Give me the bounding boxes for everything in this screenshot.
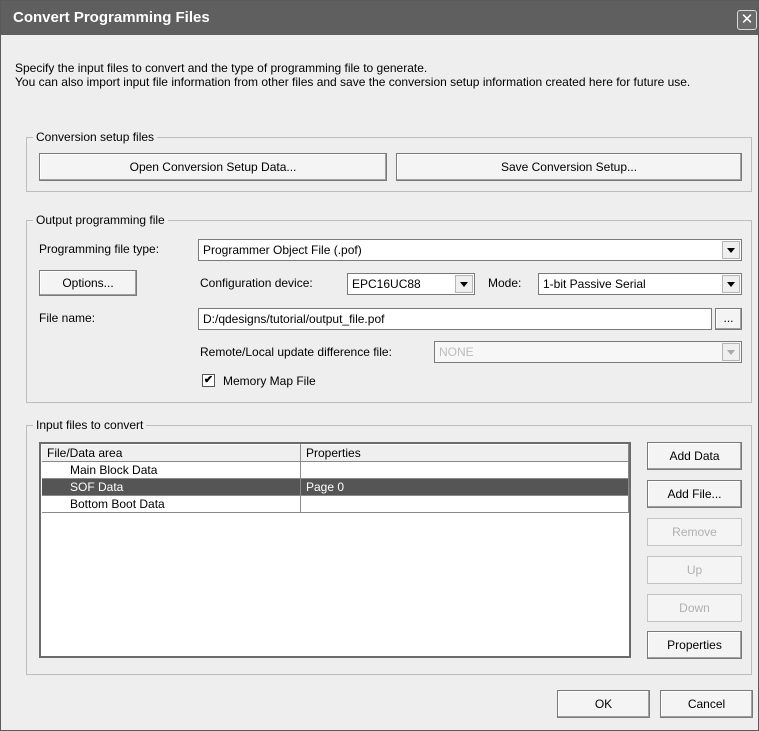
input-files-table: File/Data area Properties Main Block Dat… [42, 444, 629, 513]
config-device-label: Configuration device: [200, 276, 313, 290]
mode-label: Mode: [488, 276, 522, 290]
table-row-selected[interactable]: SOF Data Page 0 [42, 478, 629, 496]
file-name-input[interactable]: D:/qdesigns/tutorial/output_file.pof [198, 308, 712, 330]
file-name-label: File name: [39, 311, 96, 325]
dialog-description: Specify the input files to convert and t… [15, 61, 691, 89]
save-conversion-setup-button[interactable]: Save Conversion Setup... [396, 153, 742, 181]
down-button[interactable]: Down [647, 594, 742, 622]
chevron-down-icon[interactable] [722, 241, 740, 259]
mode-select[interactable]: 1-bit Passive Serial [538, 273, 742, 295]
table-row[interactable]: Bottom Boot Data [42, 495, 629, 513]
up-button[interactable]: Up [647, 556, 742, 584]
cancel-button[interactable]: Cancel [660, 690, 753, 718]
input-files-legend: Input files to convert [33, 418, 147, 432]
memory-map-label: Memory Map File [223, 374, 316, 388]
config-device-select[interactable]: EPC16UC88 [347, 273, 475, 295]
convert-programming-files-dialog: Convert Programming Files ✕ Specify the … [0, 0, 759, 731]
chevron-down-icon[interactable] [722, 343, 740, 361]
row-props-cell: Page 0 [300, 478, 629, 496]
options-button[interactable]: Options... [39, 270, 137, 296]
mode-value: 1-bit Passive Serial [543, 277, 646, 291]
title-bar[interactable]: Convert Programming Files ✕ [1, 1, 758, 35]
column-header-file[interactable]: File/Data area [42, 444, 301, 462]
remove-button[interactable]: Remove [647, 518, 742, 546]
column-header-properties[interactable]: Properties [300, 444, 629, 462]
add-file-button[interactable]: Add File... [647, 480, 742, 508]
row-props-cell [300, 495, 629, 513]
chevron-down-icon[interactable] [455, 275, 473, 293]
open-conversion-setup-button[interactable]: Open Conversion Setup Data... [39, 153, 387, 181]
remote-diff-label: Remote/Local update difference file: [200, 345, 392, 359]
file-type-label: Programming file type: [39, 242, 160, 256]
ok-button[interactable]: OK [557, 690, 650, 718]
close-icon[interactable]: ✕ [737, 10, 757, 30]
browse-button[interactable]: ... [715, 308, 742, 330]
row-file-cell: Bottom Boot Data [42, 495, 301, 513]
file-type-value: Programmer Object File (.pof) [203, 243, 362, 257]
table-row[interactable]: Main Block Data [42, 461, 629, 479]
remote-diff-value: NONE [439, 345, 474, 359]
row-props-cell [300, 461, 629, 479]
output-programming-legend: Output programming file [33, 213, 168, 227]
memory-map-checkbox[interactable]: ✔ [202, 374, 215, 387]
config-device-value: EPC16UC88 [352, 277, 421, 291]
conversion-setup-legend: Conversion setup files [33, 130, 158, 144]
chevron-down-icon[interactable] [722, 275, 740, 293]
file-type-select[interactable]: Programmer Object File (.pof) [198, 239, 742, 261]
row-file-cell: Main Block Data [42, 461, 301, 479]
row-file-cell: SOF Data [42, 478, 301, 496]
properties-button[interactable]: Properties [647, 631, 742, 659]
remote-diff-select[interactable]: NONE [434, 341, 742, 363]
add-data-button[interactable]: Add Data [647, 442, 742, 470]
dialog-title: Convert Programming Files [13, 9, 210, 26]
